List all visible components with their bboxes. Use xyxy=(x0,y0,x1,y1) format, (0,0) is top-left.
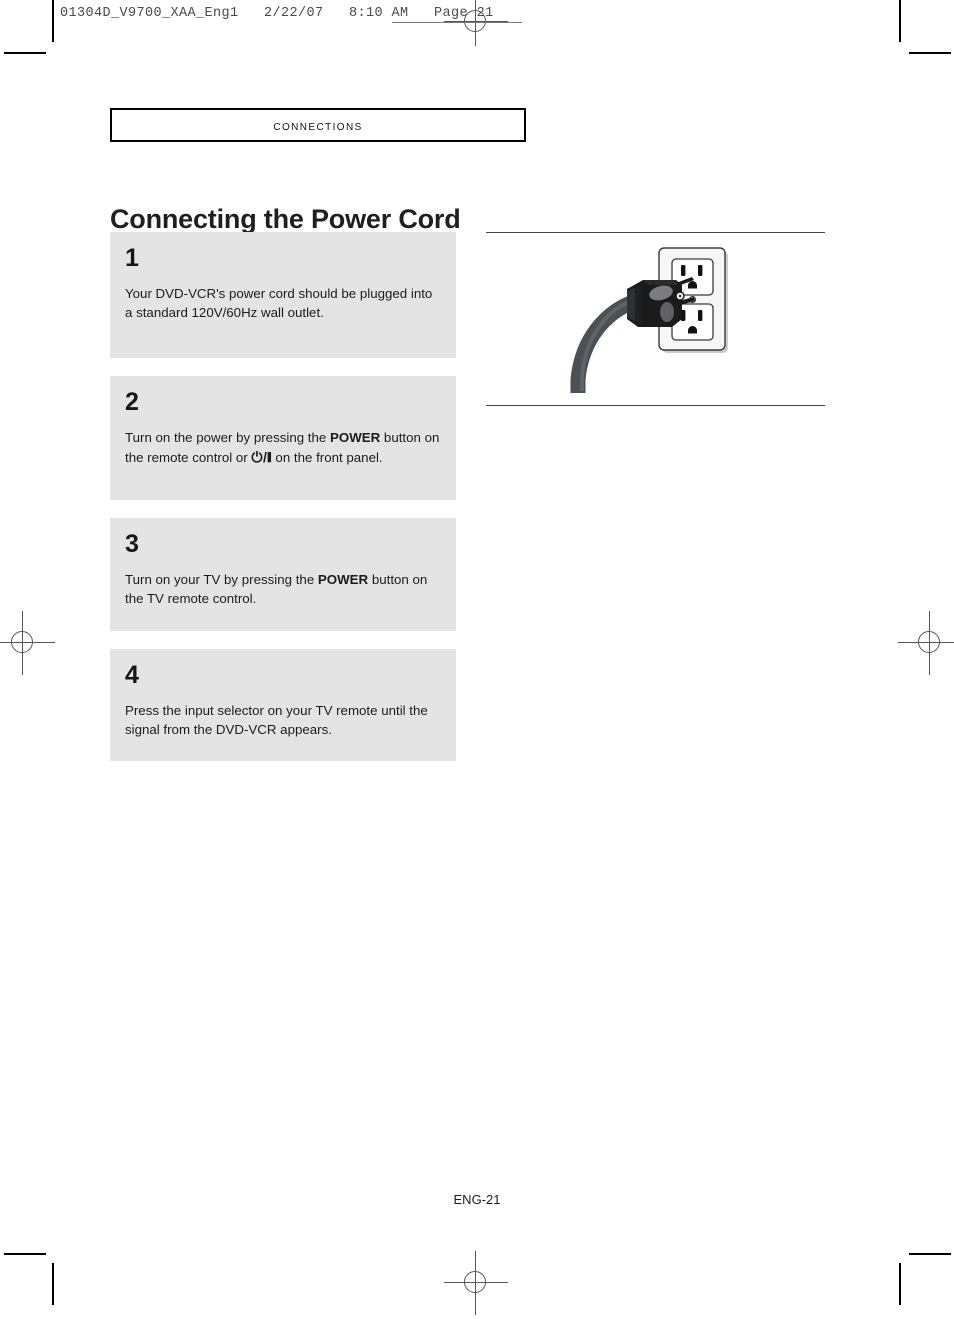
step-number: 4 xyxy=(125,661,139,689)
figure-panel xyxy=(486,232,825,406)
registration-vertical-line xyxy=(22,611,23,675)
page-number-label: ENG-21 xyxy=(453,1192,501,1207)
print-strip-rule xyxy=(392,22,522,23)
step-text: Your DVD-VCR's power cord should be plug… xyxy=(125,284,441,323)
emphasis-text: POWER xyxy=(317,572,369,587)
crop-mark-top-left-vertical xyxy=(52,0,54,42)
page-title: Connecting the Power Cord xyxy=(110,204,461,235)
step-number: 3 xyxy=(125,530,139,558)
body-text: Your DVD-VCR's power cord should be plug… xyxy=(125,286,433,321)
registration-mark-bottom xyxy=(440,1247,512,1319)
power-cord-outlet-illustration xyxy=(570,247,728,393)
registration-horizontal-line xyxy=(444,1282,508,1283)
registration-mark-left xyxy=(0,607,59,679)
step-text: Turn on the power by pressing the POWER … xyxy=(125,428,441,468)
step-number: 1 xyxy=(125,244,139,272)
steps-list: 1 Your DVD-VCR's power cord should be pl… xyxy=(110,232,456,779)
power-standby-icon: ⏻/❙ xyxy=(251,449,272,466)
figure-illustration-area xyxy=(486,233,825,405)
chapter-header-box: CONNECTIONS xyxy=(110,108,526,142)
step-item-4: 4 Press the input selector on your TV re… xyxy=(110,649,456,761)
registration-vertical-line xyxy=(929,611,930,675)
crop-mark-top-right-horizontal xyxy=(909,52,951,54)
print-file-strip: 01304D_V9700_XAA_Eng1 2/22/07 8:10 AM Pa… xyxy=(60,6,494,21)
crop-mark-bottom-left-horizontal xyxy=(4,1253,46,1255)
body-text: Turn on your TV by pressing the xyxy=(125,572,318,587)
registration-mark-right xyxy=(894,607,954,679)
registration-vertical-line xyxy=(475,1251,476,1315)
registration-horizontal-line xyxy=(898,642,954,643)
step-item-2: 2 Turn on the power by pressing the POWE… xyxy=(110,376,456,500)
page-footer: ENG-21 xyxy=(0,1192,954,1207)
crop-mark-top-left-horizontal xyxy=(4,52,46,54)
step-text: Turn on your TV by pressing the POWER bu… xyxy=(125,570,441,609)
body-text: Press the input selector on your TV remo… xyxy=(125,703,428,738)
body-text: Turn on the power by pressing the xyxy=(125,430,330,445)
crop-mark-top-right-vertical xyxy=(899,0,901,42)
step-text: Press the input selector on your TV remo… xyxy=(125,701,441,740)
body-text: on the front panel. xyxy=(271,450,383,466)
step-item-1: 1 Your DVD-VCR's power cord should be pl… xyxy=(110,232,456,358)
emphasis-text: POWER xyxy=(330,430,381,445)
crop-mark-bottom-right-vertical xyxy=(899,1263,901,1305)
registration-horizontal-line xyxy=(0,642,55,643)
step-item-3: 3 Turn on your TV by pressing the POWER … xyxy=(110,518,456,631)
step-number: 2 xyxy=(125,388,139,416)
figure-bottom-rule xyxy=(486,405,825,406)
chapter-header-label: CONNECTIONS xyxy=(273,117,363,133)
crop-mark-bottom-left-vertical xyxy=(52,1263,54,1305)
crop-mark-bottom-right-horizontal xyxy=(909,1253,951,1255)
